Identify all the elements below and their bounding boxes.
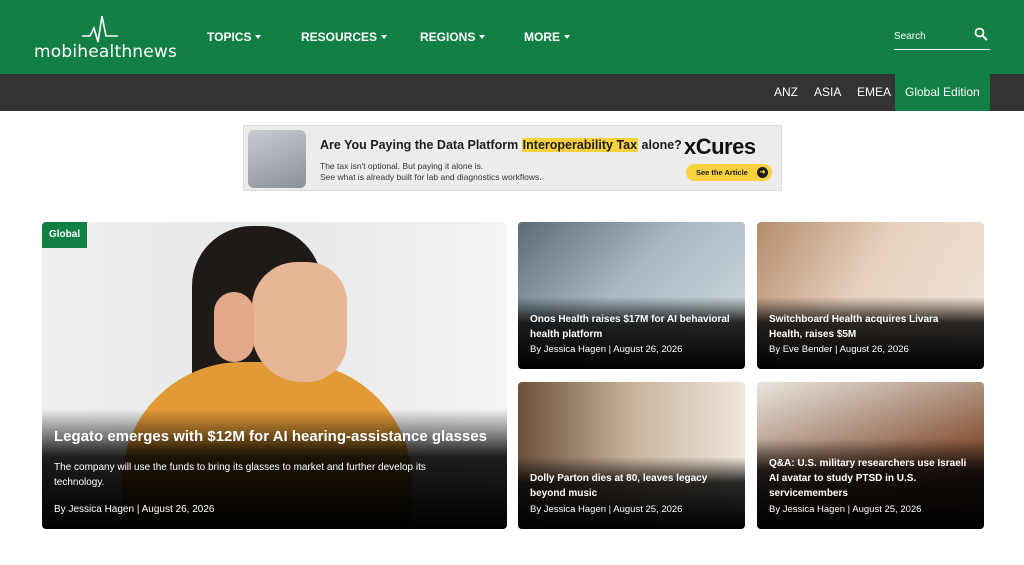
- ad-cta-button[interactable]: See the Article ➜: [686, 164, 772, 181]
- heartbeat-icon: [82, 15, 118, 43]
- caret-down-icon: [479, 35, 486, 39]
- category-badge[interactable]: Global: [42, 222, 88, 248]
- caret-down-icon: [255, 35, 262, 39]
- article-byline: By Jessica Hagen | August 25, 2026: [530, 504, 683, 515]
- article-byline: By Jessica Hagen | August 25, 2026: [769, 504, 922, 515]
- feature-article-card[interactable]: Global Legato emerges with $12M for AI h…: [42, 222, 507, 529]
- article-byline: By Jessica Hagen | August 26, 2026: [530, 344, 683, 355]
- site-header: mobihealthnews TOPICS RESOURCES REGIONS …: [0, 0, 1024, 74]
- article-card[interactable]: Q&A: U.S. military researchers use Israe…: [757, 382, 984, 529]
- ad-subtext-1: The tax isn't optional. But paying it al…: [320, 161, 484, 171]
- logo-wordmark: mobihealthnews: [34, 42, 178, 62]
- nav-more-label: MORE: [524, 30, 560, 44]
- article-byline: By Eve Bender | August 26, 2026: [769, 344, 909, 355]
- article-title[interactable]: Q&A: U.S. military researchers use Israe…: [769, 456, 974, 501]
- nav-regions-label: REGIONS: [420, 30, 476, 44]
- edition-bar: ANZ ASIA EMEA Global Edition: [0, 74, 1024, 111]
- search-box: [894, 24, 990, 50]
- site-logo[interactable]: mobihealthnews: [34, 14, 178, 62]
- caret-down-icon: [564, 35, 570, 39]
- ad-highlight: Interoperability Tax: [521, 138, 639, 152]
- ad-cta-label: See the Article: [696, 168, 748, 177]
- feature-article-excerpt: The company will use the funds to bring …: [54, 462, 426, 488]
- article-title[interactable]: Dolly Parton dies at 80, leaves legacy b…: [530, 471, 735, 501]
- ad-banner[interactable]: Are You Paying the Data Platform Interop…: [243, 125, 782, 191]
- nav-more[interactable]: MORE: [524, 28, 570, 46]
- nav-resources-label: RESOURCES: [301, 30, 378, 44]
- search-input[interactable]: [894, 28, 968, 44]
- nav-regions[interactable]: REGIONS: [420, 28, 486, 46]
- search-icon[interactable]: [974, 27, 988, 41]
- ad-subtext-2: See what is already built for lab and di…: [320, 172, 542, 182]
- edition-emea[interactable]: EMEA: [857, 74, 891, 111]
- edition-anz[interactable]: ANZ: [774, 74, 798, 111]
- ad-headline: Are You Paying the Data Platform Interop…: [320, 138, 682, 152]
- edition-global[interactable]: Global Edition: [895, 74, 990, 111]
- article-card[interactable]: Onos Health raises $17M for AI behaviora…: [518, 222, 745, 369]
- feature-article-title[interactable]: Legato emerges with $12M for AI hearing-…: [54, 428, 494, 445]
- article-card[interactable]: Dolly Parton dies at 80, leaves legacy b…: [518, 382, 745, 529]
- edition-asia[interactable]: ASIA: [814, 74, 841, 111]
- article-card[interactable]: Switchboard Health acquires Livara Healt…: [757, 222, 984, 369]
- article-title[interactable]: Onos Health raises $17M for AI behaviora…: [530, 312, 735, 342]
- caret-down-icon: [381, 35, 388, 39]
- ad-photo: [248, 130, 306, 188]
- feature-article-byline: By Jessica Hagen | August 26, 2026: [54, 504, 215, 515]
- nav-resources[interactable]: RESOURCES: [301, 28, 388, 46]
- article-title[interactable]: Switchboard Health acquires Livara Healt…: [769, 312, 974, 342]
- arrow-right-icon: ➜: [757, 167, 768, 178]
- nav-topics-label: TOPICS: [207, 30, 252, 44]
- nav-topics[interactable]: TOPICS: [207, 28, 262, 46]
- ad-brand-logo: xCures: [684, 134, 756, 159]
